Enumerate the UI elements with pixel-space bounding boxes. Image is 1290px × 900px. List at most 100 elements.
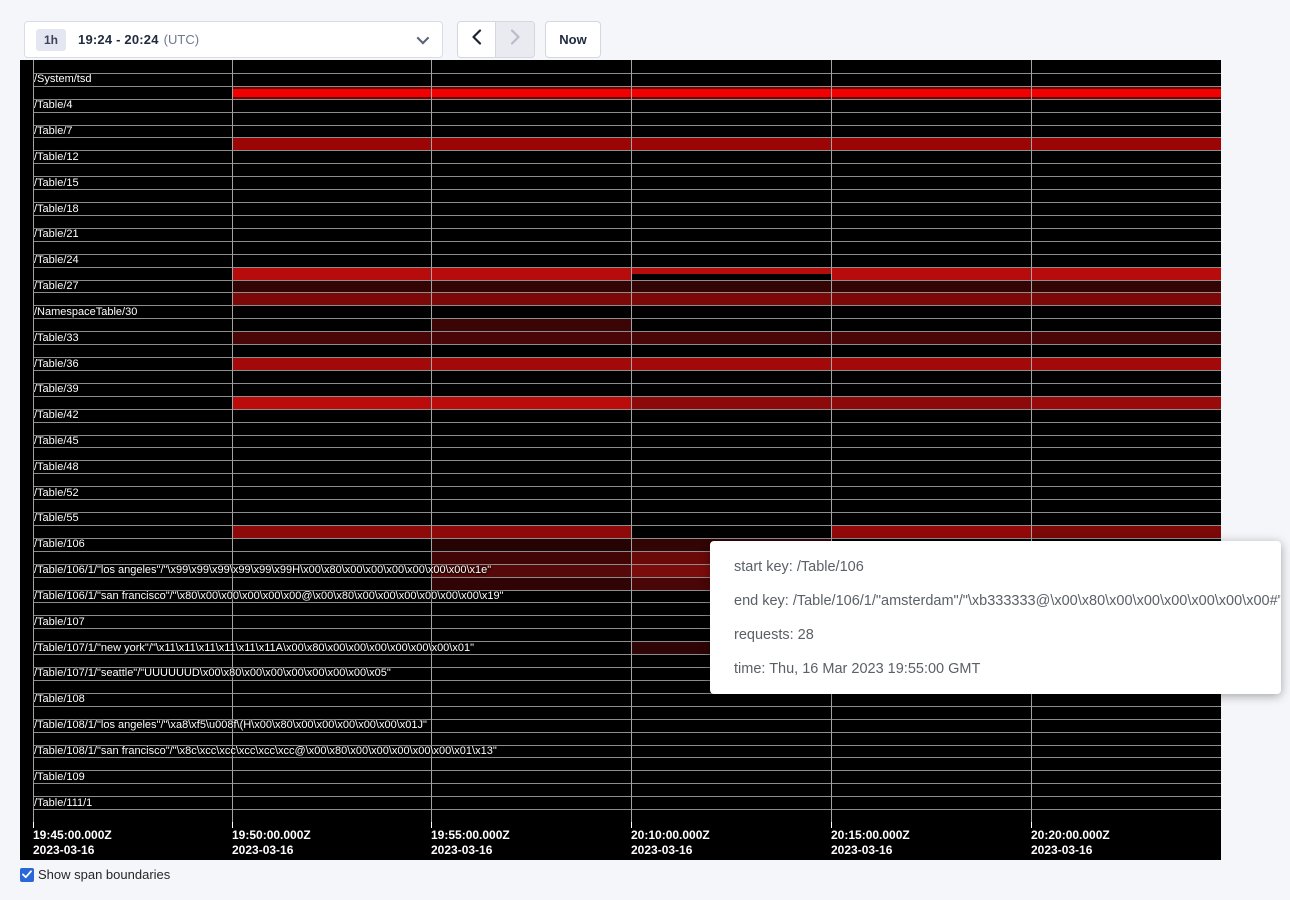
- heatmap-band-cell[interactable]: [1032, 293, 1221, 305]
- span-boundary-line: [33, 344, 1221, 345]
- row-label: /Table/52: [34, 486, 79, 499]
- heatmap-band-cell[interactable]: [233, 358, 431, 370]
- heatmap-band-cell[interactable]: [632, 281, 831, 293]
- heatmap-band-cell[interactable]: [632, 138, 831, 150]
- heatmap-band-cell[interactable]: [832, 358, 1031, 370]
- key-visualizer-heatmap[interactable]: /System/tsd/Table/4/Table/7/Table/12/Tab…: [20, 60, 1221, 860]
- next-range-button-disabled[interactable]: [496, 22, 534, 57]
- heatmap-band-cell[interactable]: [832, 293, 1031, 305]
- heatmap-band-cell[interactable]: [1032, 138, 1221, 150]
- span-boundary-line: [33, 409, 1221, 410]
- span-boundary-line: [33, 150, 1221, 151]
- heatmap-band-cell[interactable]: [1032, 87, 1221, 99]
- heatmap-band-cell[interactable]: [432, 319, 631, 331]
- now-button[interactable]: Now: [545, 21, 601, 58]
- row-label: /Table/108: [34, 693, 85, 706]
- heatmap-plot[interactable]: /System/tsd/Table/4/Table/7/Table/12/Tab…: [20, 60, 1221, 822]
- row-label: /Table/108/1/"san francisco"/"\x8c\xcc\x…: [34, 745, 497, 758]
- heatmap-band-cell[interactable]: [632, 397, 831, 409]
- span-boundary-line: [33, 732, 1221, 733]
- axis-tick-label: 19:50:00.000Z2023-03-16: [232, 828, 311, 858]
- row-label: /Table/107/1/"seattle"/"UUUUUUD\x00\x80\…: [34, 667, 391, 680]
- heatmap-band-cell[interactable]: [632, 332, 831, 344]
- heatmap-band-cell[interactable]: [632, 358, 831, 370]
- hover-tooltip: start key: /Table/106 end key: /Table/10…: [710, 541, 1281, 694]
- heatmap-band-cell[interactable]: [832, 332, 1031, 344]
- heatmap-band-cell[interactable]: [1032, 281, 1221, 293]
- heatmap-band-cell[interactable]: [432, 281, 631, 293]
- row-label: /Table/12: [34, 150, 79, 163]
- time-range-badge: 1h: [36, 29, 66, 51]
- heatmap-band-cell[interactable]: [432, 293, 631, 305]
- heatmap-band-cell[interactable]: [432, 87, 631, 99]
- span-boundary-line: [33, 383, 1221, 384]
- row-label: /Table/39: [34, 383, 79, 396]
- row-label: /Table/111/1: [34, 796, 92, 809]
- heatmap-band-cell[interactable]: [632, 293, 831, 305]
- heatmap-band-cell[interactable]: [233, 268, 431, 280]
- heatmap-band-cell[interactable]: [832, 526, 1031, 538]
- heatmap-band-cell[interactable]: [432, 332, 631, 344]
- heatmap-band-cell[interactable]: [432, 552, 631, 564]
- heatmap-band-cell[interactable]: [832, 138, 1031, 150]
- checkmark-icon: [22, 866, 32, 884]
- heatmap-band-cell[interactable]: [233, 138, 431, 150]
- span-boundary-line: [33, 370, 1221, 371]
- heatmap-band-cell[interactable]: [233, 293, 431, 305]
- heatmap-band-cell[interactable]: [233, 281, 431, 293]
- span-boundary-line: [33, 163, 1221, 164]
- span-boundary-line: [33, 447, 1221, 448]
- row-label: /Table/55: [34, 512, 79, 525]
- chevron-right-icon: [510, 29, 521, 50]
- axis-tick-label: 19:45:00.000Z2023-03-16: [33, 828, 112, 858]
- heatmap-band-cell[interactable]: [432, 397, 631, 409]
- heatmap-band-cell[interactable]: [1032, 332, 1221, 344]
- row-label: /Table/33: [34, 331, 79, 344]
- tooltip-start-key: start key: /Table/106: [710, 550, 1281, 584]
- span-boundary-line: [33, 125, 1221, 126]
- heatmap-band-cell[interactable]: [832, 268, 1031, 280]
- heatmap-band-cell[interactable]: [233, 332, 431, 344]
- previous-range-button[interactable]: [458, 22, 496, 57]
- heatmap-band-cell[interactable]: [233, 526, 431, 538]
- heatmap-band-cell[interactable]: [832, 281, 1031, 293]
- heatmap-band-cell[interactable]: [1032, 268, 1221, 280]
- row-label: /Table/109: [34, 770, 85, 783]
- heatmap-band-cell[interactable]: [233, 87, 431, 99]
- tooltip-requests: requests: 28: [710, 618, 1281, 652]
- heatmap-band-cell[interactable]: [233, 397, 431, 409]
- heatmap-band-cell[interactable]: [832, 397, 1031, 409]
- row-label: /Table/108/1/"los angeles"/"\xa8\xf5\u00…: [34, 719, 427, 732]
- time-range-dropdown[interactable]: 1h 19:24 - 20:24 (UTC): [24, 21, 443, 58]
- span-boundary-line: [33, 473, 1221, 474]
- span-boundary-line: [33, 757, 1221, 758]
- heatmap-band-cell[interactable]: [1032, 526, 1221, 538]
- tooltip-end-key: end key: /Table/106/1/"amsterdam"/"\xb33…: [710, 584, 1281, 618]
- axis-tick-label: 19:55:00.000Z2023-03-16: [431, 828, 510, 858]
- heatmap-band-cell[interactable]: [432, 526, 631, 538]
- heatmap-band-cell[interactable]: [1032, 397, 1221, 409]
- time-range-value: 19:24 - 20:24: [78, 32, 159, 47]
- heatmap-band-cell[interactable]: [432, 268, 631, 280]
- span-boundary-line: [33, 525, 1221, 526]
- heatmap-band-cell[interactable]: [1032, 358, 1221, 370]
- span-boundaries-label: Show span boundaries: [38, 867, 170, 882]
- row-label: /Table/45: [34, 435, 79, 448]
- span-boundary-line: [33, 435, 1221, 436]
- row-label: /Table/21: [34, 228, 79, 241]
- row-label: /Table/7: [34, 125, 73, 138]
- span-boundaries-checkbox[interactable]: [20, 868, 34, 882]
- heatmap-band-cell[interactable]: [432, 138, 631, 150]
- row-label: /Table/4: [34, 99, 73, 112]
- chevron-left-icon: [471, 29, 482, 50]
- heatmap-band-cell[interactable]: [432, 539, 631, 551]
- span-boundary-line: [33, 112, 1221, 113]
- heatmap-band-cell[interactable]: [432, 578, 631, 590]
- time-axis: 19:45:00.000Z2023-03-16 19:50:00.000Z2023…: [20, 822, 1221, 860]
- span-boundary-line: [33, 396, 1221, 397]
- heatmap-band-cell[interactable]: [832, 87, 1031, 99]
- span-boundary-line: [33, 280, 1221, 281]
- heatmap-band-cell[interactable]: [632, 87, 831, 99]
- heatmap-band-cell[interactable]: [432, 358, 631, 370]
- heatmap-band-cell[interactable]: [632, 268, 831, 274]
